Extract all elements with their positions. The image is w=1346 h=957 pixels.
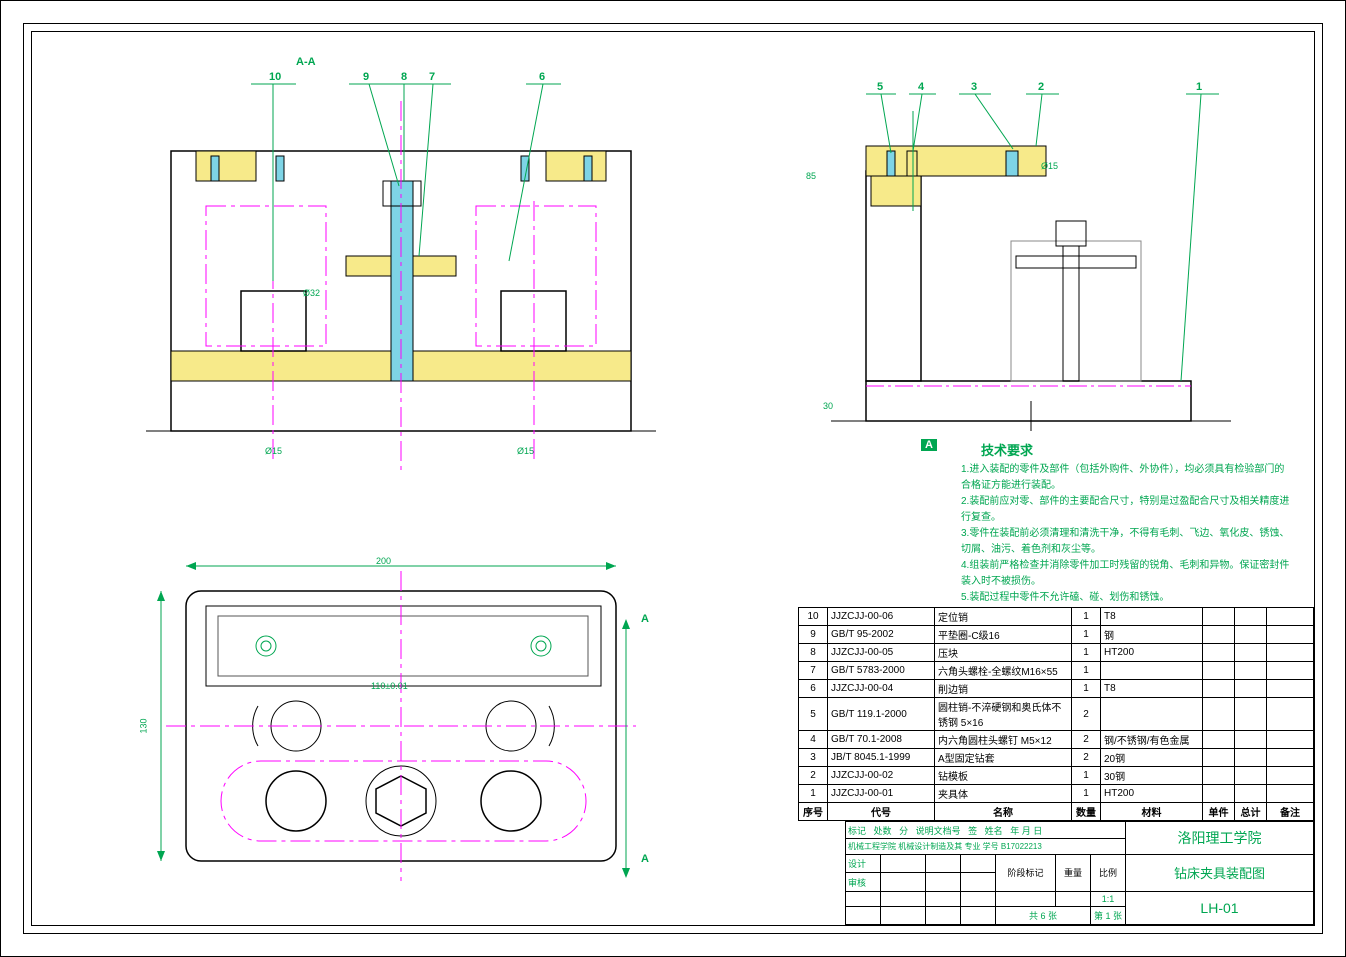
dim-h30: 30 bbox=[823, 401, 833, 411]
plan-view bbox=[146, 551, 656, 901]
bom-row: 6JJZCJJ-00-04削边销1T8 bbox=[799, 680, 1314, 698]
req-5: 5.装配过程中零件不允许磕、碰、划伤和锈蚀。 bbox=[961, 590, 1291, 606]
req-3: 3.零件在装配前必须清理和清洗干净，不得有毛刺、飞边、氧化皮、锈蚀、切屑、油污、… bbox=[961, 526, 1291, 558]
tb-r1-2: 分 bbox=[899, 826, 908, 836]
bom-row: 3JB/T 8045.1-1999A型固定钻套220钢 bbox=[799, 749, 1314, 767]
tb-r1-6: 年 月 日 bbox=[1010, 826, 1042, 836]
bom-hdr-w1: 单件 bbox=[1203, 803, 1235, 821]
req-2: 2.装配前应对零、部件的主要配合尺寸，特别是过盈配合尺寸及相关精度进行复查。 bbox=[961, 494, 1291, 526]
dim-130: 130 bbox=[139, 718, 149, 733]
bom-row: 7GB/T 5783-2000六角头螺栓-全螺纹M16×551 bbox=[799, 662, 1314, 680]
tb-ratio: 比例 bbox=[1091, 855, 1126, 892]
tb-r1-3: 说明文档号 bbox=[916, 826, 961, 836]
tb-stage: 阶段标记 bbox=[996, 855, 1056, 892]
bom-hdr-num: 序号 bbox=[799, 803, 828, 821]
req-4: 4.组装前严格检查并消除零件加工时残留的锐角、毛刺和异物。保证密封件装入时不被损… bbox=[961, 558, 1291, 590]
tb-sheet-total: 共 6 张 bbox=[996, 906, 1091, 924]
tb-school: 洛阳理工学院 bbox=[1126, 822, 1314, 855]
dim-d15c: Ø15 bbox=[1041, 161, 1058, 171]
tech-requirements: 技术要求 1.进入装配的零件及部件（包括外购件、外协件），均必须具有检验部门的合… bbox=[961, 441, 1291, 606]
balloon-leaders-left bbox=[141, 81, 641, 331]
req-1: 1.进入装配的零件及部件（包括外购件、外协件），均必须具有检验部门的合格证方能进… bbox=[961, 462, 1291, 494]
bom-hdr-name: 名称 bbox=[935, 803, 1072, 821]
bom-table: 10JJZCJJ-00-06定位销1T89GB/T 95-2002平垫圈-C级1… bbox=[798, 607, 1314, 821]
section-arrow-A-top: A bbox=[641, 613, 649, 625]
tb-r1-1: 处数 bbox=[874, 826, 892, 836]
dim-d15b: Ø15 bbox=[517, 446, 534, 456]
tb-r1-5: 姓名 bbox=[985, 826, 1003, 836]
req-title: 技术要求 bbox=[981, 443, 1033, 458]
bom-row: 2JJZCJJ-00-02钻模板130钢 bbox=[799, 767, 1314, 785]
tb-dept: 机械工程学院 机械设计制造及其 专业 学号 B17022213 bbox=[846, 839, 1126, 855]
bom-row: 4GB/T 70.1-2008内六角圆柱头螺钉 M5×122钢/不锈钢/有色金属 bbox=[799, 731, 1314, 749]
bom-hdr-w2: 总计 bbox=[1235, 803, 1267, 821]
tb-weight: 重量 bbox=[1056, 855, 1091, 892]
bom-row: 8JJZCJJ-00-05压块1HT200 bbox=[799, 644, 1314, 662]
dim-110: 110±0.01 bbox=[371, 681, 408, 691]
title-block: 标记 处数 分 说明文档号 签 姓名 年 月 日 洛阳理工学院 机械工程学院 机… bbox=[845, 821, 1314, 925]
tb-scale: 1:1 bbox=[1091, 891, 1126, 906]
bom-row: 5GB/T 119.1-2000圆柱销-不淬硬钢和奥氏体不锈钢 5×162 bbox=[799, 698, 1314, 731]
bom-row: 9GB/T 95-2002平垫圈-C级161钢 bbox=[799, 626, 1314, 644]
tb-r1-0: 标记 bbox=[848, 826, 866, 836]
tb-role-design: 设计 bbox=[846, 855, 881, 873]
dim-200: 200 bbox=[376, 556, 391, 566]
tb-r1-4: 签 bbox=[968, 826, 977, 836]
tb-dwgno: LH-01 bbox=[1126, 891, 1314, 924]
tb-sheet-num: 第 1 张 bbox=[1091, 906, 1126, 924]
section-label: A-A bbox=[296, 56, 316, 68]
bom-row: 10JJZCJJ-00-06定位销1T8 bbox=[799, 608, 1314, 626]
bom-hdr-rem: 备注 bbox=[1267, 803, 1314, 821]
drawing-frame: A-A 10 9 8 7 6 Ø32 Ø15 Ø15 200 110±0.01 … bbox=[0, 0, 1346, 957]
tb-role-check: 审核 bbox=[846, 873, 881, 891]
tb-title: 钻床夹具装配图 bbox=[1126, 855, 1314, 892]
balloon-leaders-right bbox=[831, 91, 1251, 391]
bom-hdr-mat: 材料 bbox=[1101, 803, 1203, 821]
section-arrow-A-bot: A bbox=[641, 853, 649, 865]
bom-row: 1JJZCJJ-00-01夹具体1HT200 bbox=[799, 785, 1314, 803]
bom-hdr-qty: 数量 bbox=[1072, 803, 1101, 821]
dim-d15a: Ø15 bbox=[265, 446, 282, 456]
dim-h85: 85 bbox=[806, 171, 816, 181]
bom-hdr-code: 代号 bbox=[828, 803, 935, 821]
datum-A: A bbox=[921, 439, 937, 451]
dim-d32: Ø32 bbox=[303, 288, 320, 298]
